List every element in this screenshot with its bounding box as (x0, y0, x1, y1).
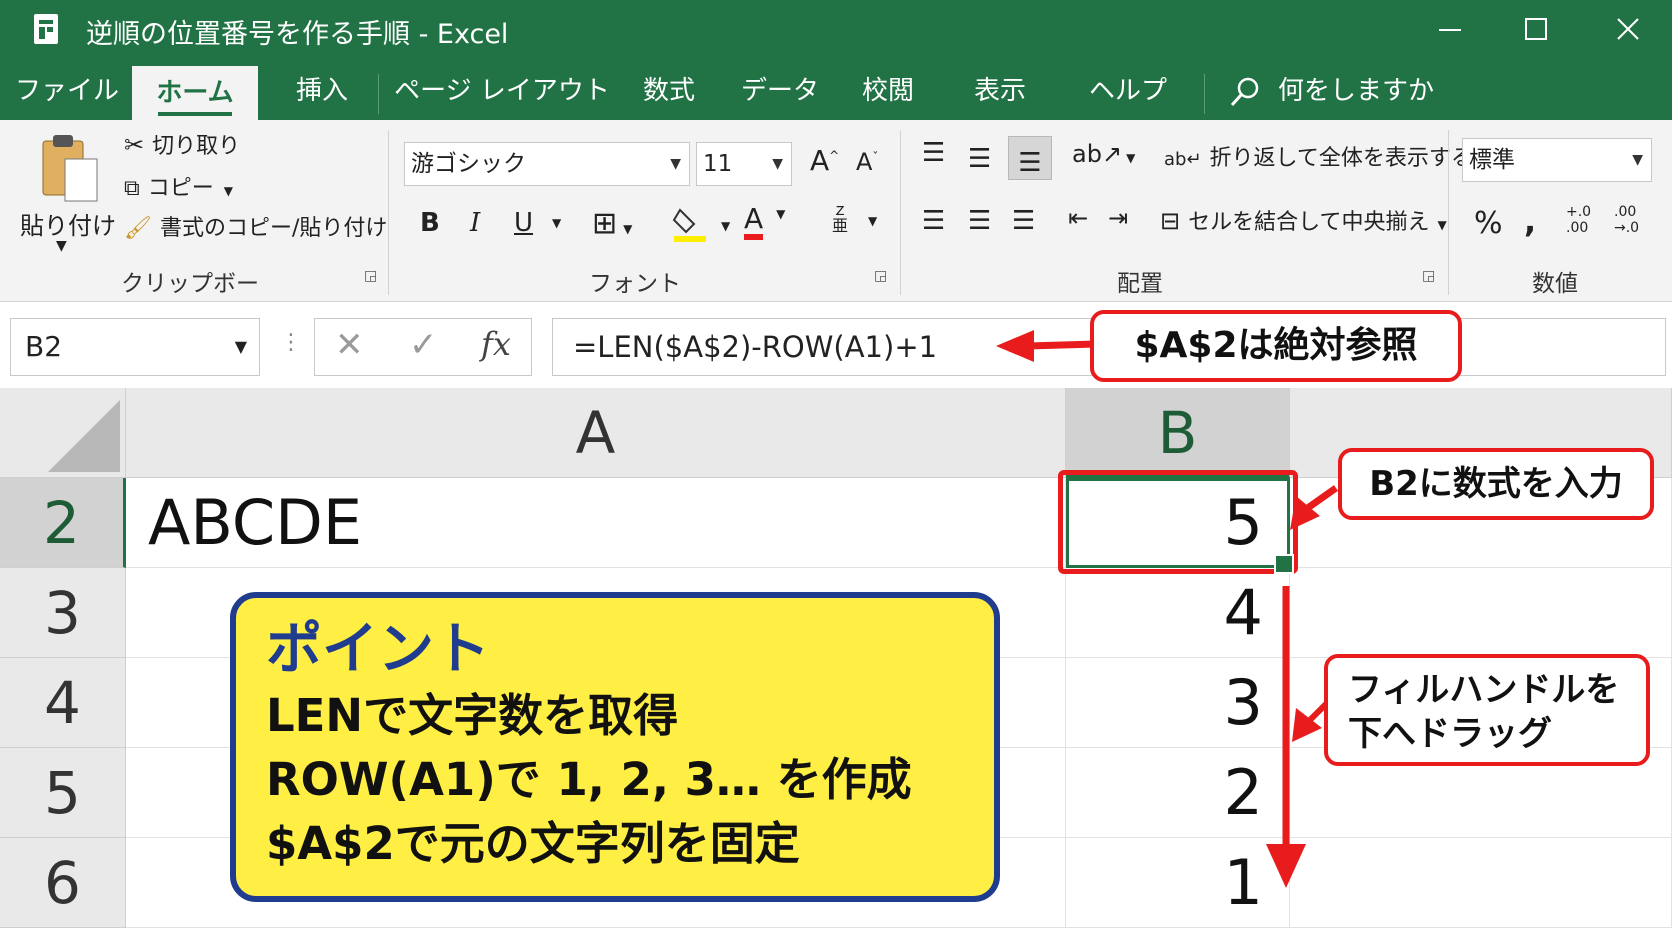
point-line-3: $A$2で元の文字列を固定 (266, 817, 800, 870)
point-title: ポイント (266, 617, 490, 682)
formula-arrow-head-icon (996, 330, 1034, 362)
fill-handle-callout-line1: フィルハンドルを (1348, 670, 1620, 710)
drag-arrow-head-icon (1266, 844, 1306, 888)
point-line-2: ROW(A1)で 1, 2, 3… を作成 (266, 753, 912, 806)
point-line-1: LENで文字数を取得 (266, 689, 679, 742)
fill-handle-callout: フィルハンドルを 下へドラッグ (1324, 654, 1650, 766)
formula-arrow-line (1027, 340, 1097, 350)
fill-handle-callout-line2: 下へドラッグ (1348, 714, 1552, 754)
enter-formula-callout: B2に数式を入力 (1338, 448, 1654, 520)
point-callout: ポイント LENで文字数を取得 ROW(A1)で 1, 2, 3… を作成 $A… (230, 592, 1000, 902)
absolute-ref-callout: $A$2は絶対参照 (1090, 310, 1462, 382)
